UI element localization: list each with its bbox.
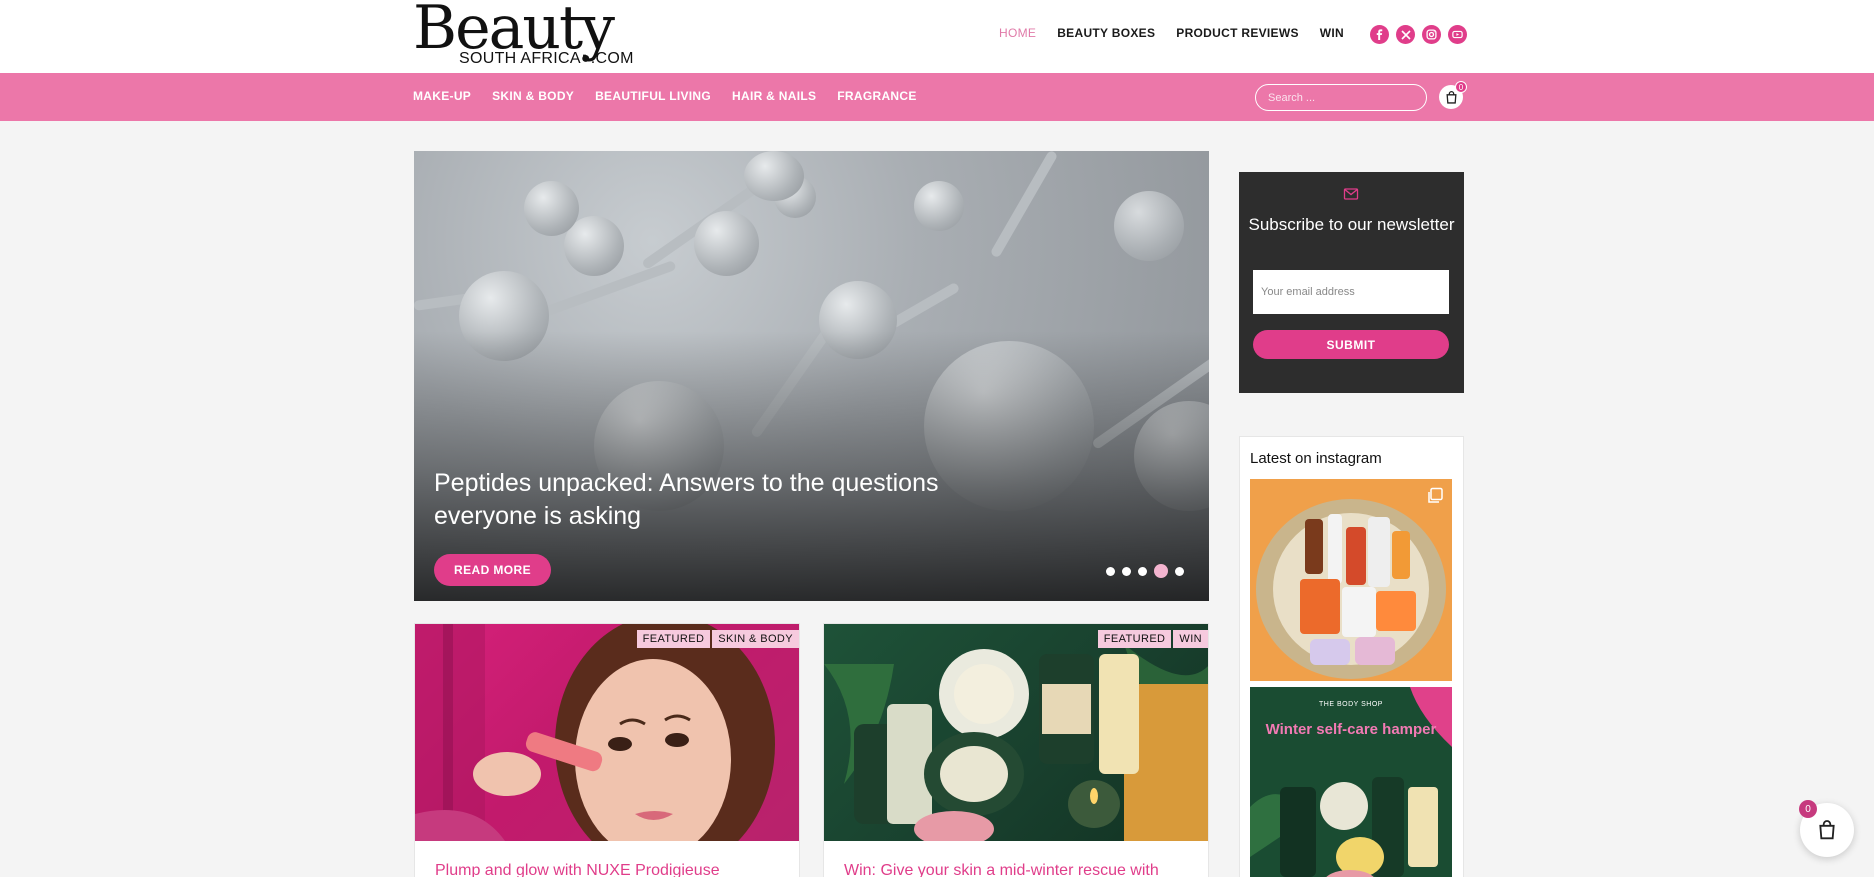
catnav-make-up[interactable]: MAKE-UP bbox=[413, 89, 471, 103]
article-title[interactable]: Plump and glow with NUXE Prodigieuse bbox=[435, 862, 720, 877]
topnav-home[interactable]: HOME bbox=[999, 26, 1036, 40]
category-bar: MAKE-UP SKIN & BODY BEAUTIFUL LIVING HAI… bbox=[0, 73, 1874, 121]
slider-dot-3[interactable] bbox=[1138, 566, 1147, 576]
catnav-hair-nails[interactable]: HAIR & NAILS bbox=[732, 89, 816, 103]
card-tags: FEATURED SKIN & BODY bbox=[636, 630, 799, 648]
multiple-images-icon bbox=[1428, 487, 1443, 503]
shopping-bag-icon bbox=[1819, 820, 1835, 840]
header-cart-button[interactable]: 0 bbox=[1439, 81, 1467, 109]
cart-count-badge: 0 bbox=[1455, 81, 1467, 93]
tag-win[interactable]: WIN bbox=[1173, 630, 1208, 648]
card-tags: FEATURED WIN bbox=[1097, 630, 1208, 648]
read-more-button[interactable]: READ MORE bbox=[434, 554, 551, 586]
tag-featured[interactable]: FEATURED bbox=[1097, 630, 1172, 648]
slider-dot-4-active[interactable] bbox=[1154, 564, 1168, 578]
article-card-body-shop[interactable]: FEATURED WIN Win: Give your skin a mid-w… bbox=[823, 623, 1209, 877]
instagram-icon[interactable] bbox=[1422, 25, 1441, 44]
tag-featured[interactable]: FEATURED bbox=[636, 630, 711, 648]
hero-overlay bbox=[414, 151, 1209, 601]
x-twitter-icon[interactable] bbox=[1396, 25, 1415, 44]
category-navigation: MAKE-UP SKIN & BODY BEAUTIFUL LIVING HAI… bbox=[413, 89, 917, 103]
top-navigation: HOME BEAUTY BOXES PRODUCT REVIEWS WIN bbox=[999, 26, 1344, 40]
search-input[interactable] bbox=[1255, 84, 1427, 111]
catnav-fragrance[interactable]: FRAGRANCE bbox=[837, 89, 916, 103]
article-title[interactable]: Win: Give your skin a mid-winter rescue … bbox=[844, 862, 1159, 877]
topnav-product-reviews[interactable]: PRODUCT REVIEWS bbox=[1176, 26, 1299, 40]
youtube-icon[interactable] bbox=[1448, 25, 1467, 44]
topnav-beauty-boxes[interactable]: BEAUTY BOXES bbox=[1057, 26, 1155, 40]
instagram-post-brand: THE BODY SHOP bbox=[1319, 701, 1383, 708]
tag-skin-body[interactable]: SKIN & BODY bbox=[712, 630, 799, 648]
hero-slider[interactable]: Peptides unpacked: Answers to the questi… bbox=[414, 151, 1209, 601]
slider-dot-1[interactable] bbox=[1106, 566, 1115, 576]
slider-dot-5[interactable] bbox=[1175, 566, 1184, 576]
instagram-post-2[interactable]: THE BODY SHOP Winter self-care hamper bbox=[1250, 687, 1452, 877]
cart-count-badge: 0 bbox=[1799, 800, 1817, 818]
instagram-widget: Latest on instagram THE BODY SHOP Winter… bbox=[1239, 436, 1464, 877]
newsletter-widget: Subscribe to our newsletter SUBMIT bbox=[1239, 172, 1464, 393]
catnav-skin-body[interactable]: SKIN & BODY bbox=[492, 89, 574, 103]
article-card-nuxe[interactable]: FEATURED SKIN & BODY Plump and glow with… bbox=[414, 623, 800, 877]
email-field[interactable] bbox=[1253, 270, 1449, 314]
instagram-post-headline: Winter self-care hamper bbox=[1265, 721, 1437, 738]
topnav-win[interactable]: WIN bbox=[1320, 26, 1344, 40]
social-links bbox=[1370, 25, 1467, 44]
slider-dot-2[interactable] bbox=[1122, 566, 1131, 576]
logo-subtitle: SOUTH AFRICA●.COM bbox=[459, 50, 634, 67]
catnav-beautiful-living[interactable]: BEAUTIFUL LIVING bbox=[595, 89, 711, 103]
facebook-icon[interactable] bbox=[1370, 25, 1389, 44]
envelope-icon bbox=[1343, 188, 1359, 200]
hero-title[interactable]: Peptides unpacked: Answers to the questi… bbox=[434, 467, 1014, 533]
site-logo[interactable]: Beauty SOUTH AFRICA●.COM bbox=[413, 0, 643, 70]
floating-cart-button[interactable]: 0 bbox=[1799, 800, 1854, 857]
instagram-title: Latest on instagram bbox=[1250, 450, 1382, 467]
site-header: Beauty SOUTH AFRICA●.COM HOME BEAUTY BOX… bbox=[0, 0, 1874, 73]
article-image-body-shop[interactable]: FEATURED WIN bbox=[824, 624, 1208, 841]
instagram-post-1[interactable] bbox=[1250, 479, 1452, 681]
newsletter-title: Subscribe to our newsletter bbox=[1248, 215, 1455, 234]
submit-button[interactable]: SUBMIT bbox=[1253, 330, 1449, 359]
article-image-nuxe[interactable]: FEATURED SKIN & BODY bbox=[415, 624, 799, 841]
slider-dots bbox=[1106, 564, 1184, 578]
shopping-bag-icon bbox=[1445, 90, 1457, 104]
